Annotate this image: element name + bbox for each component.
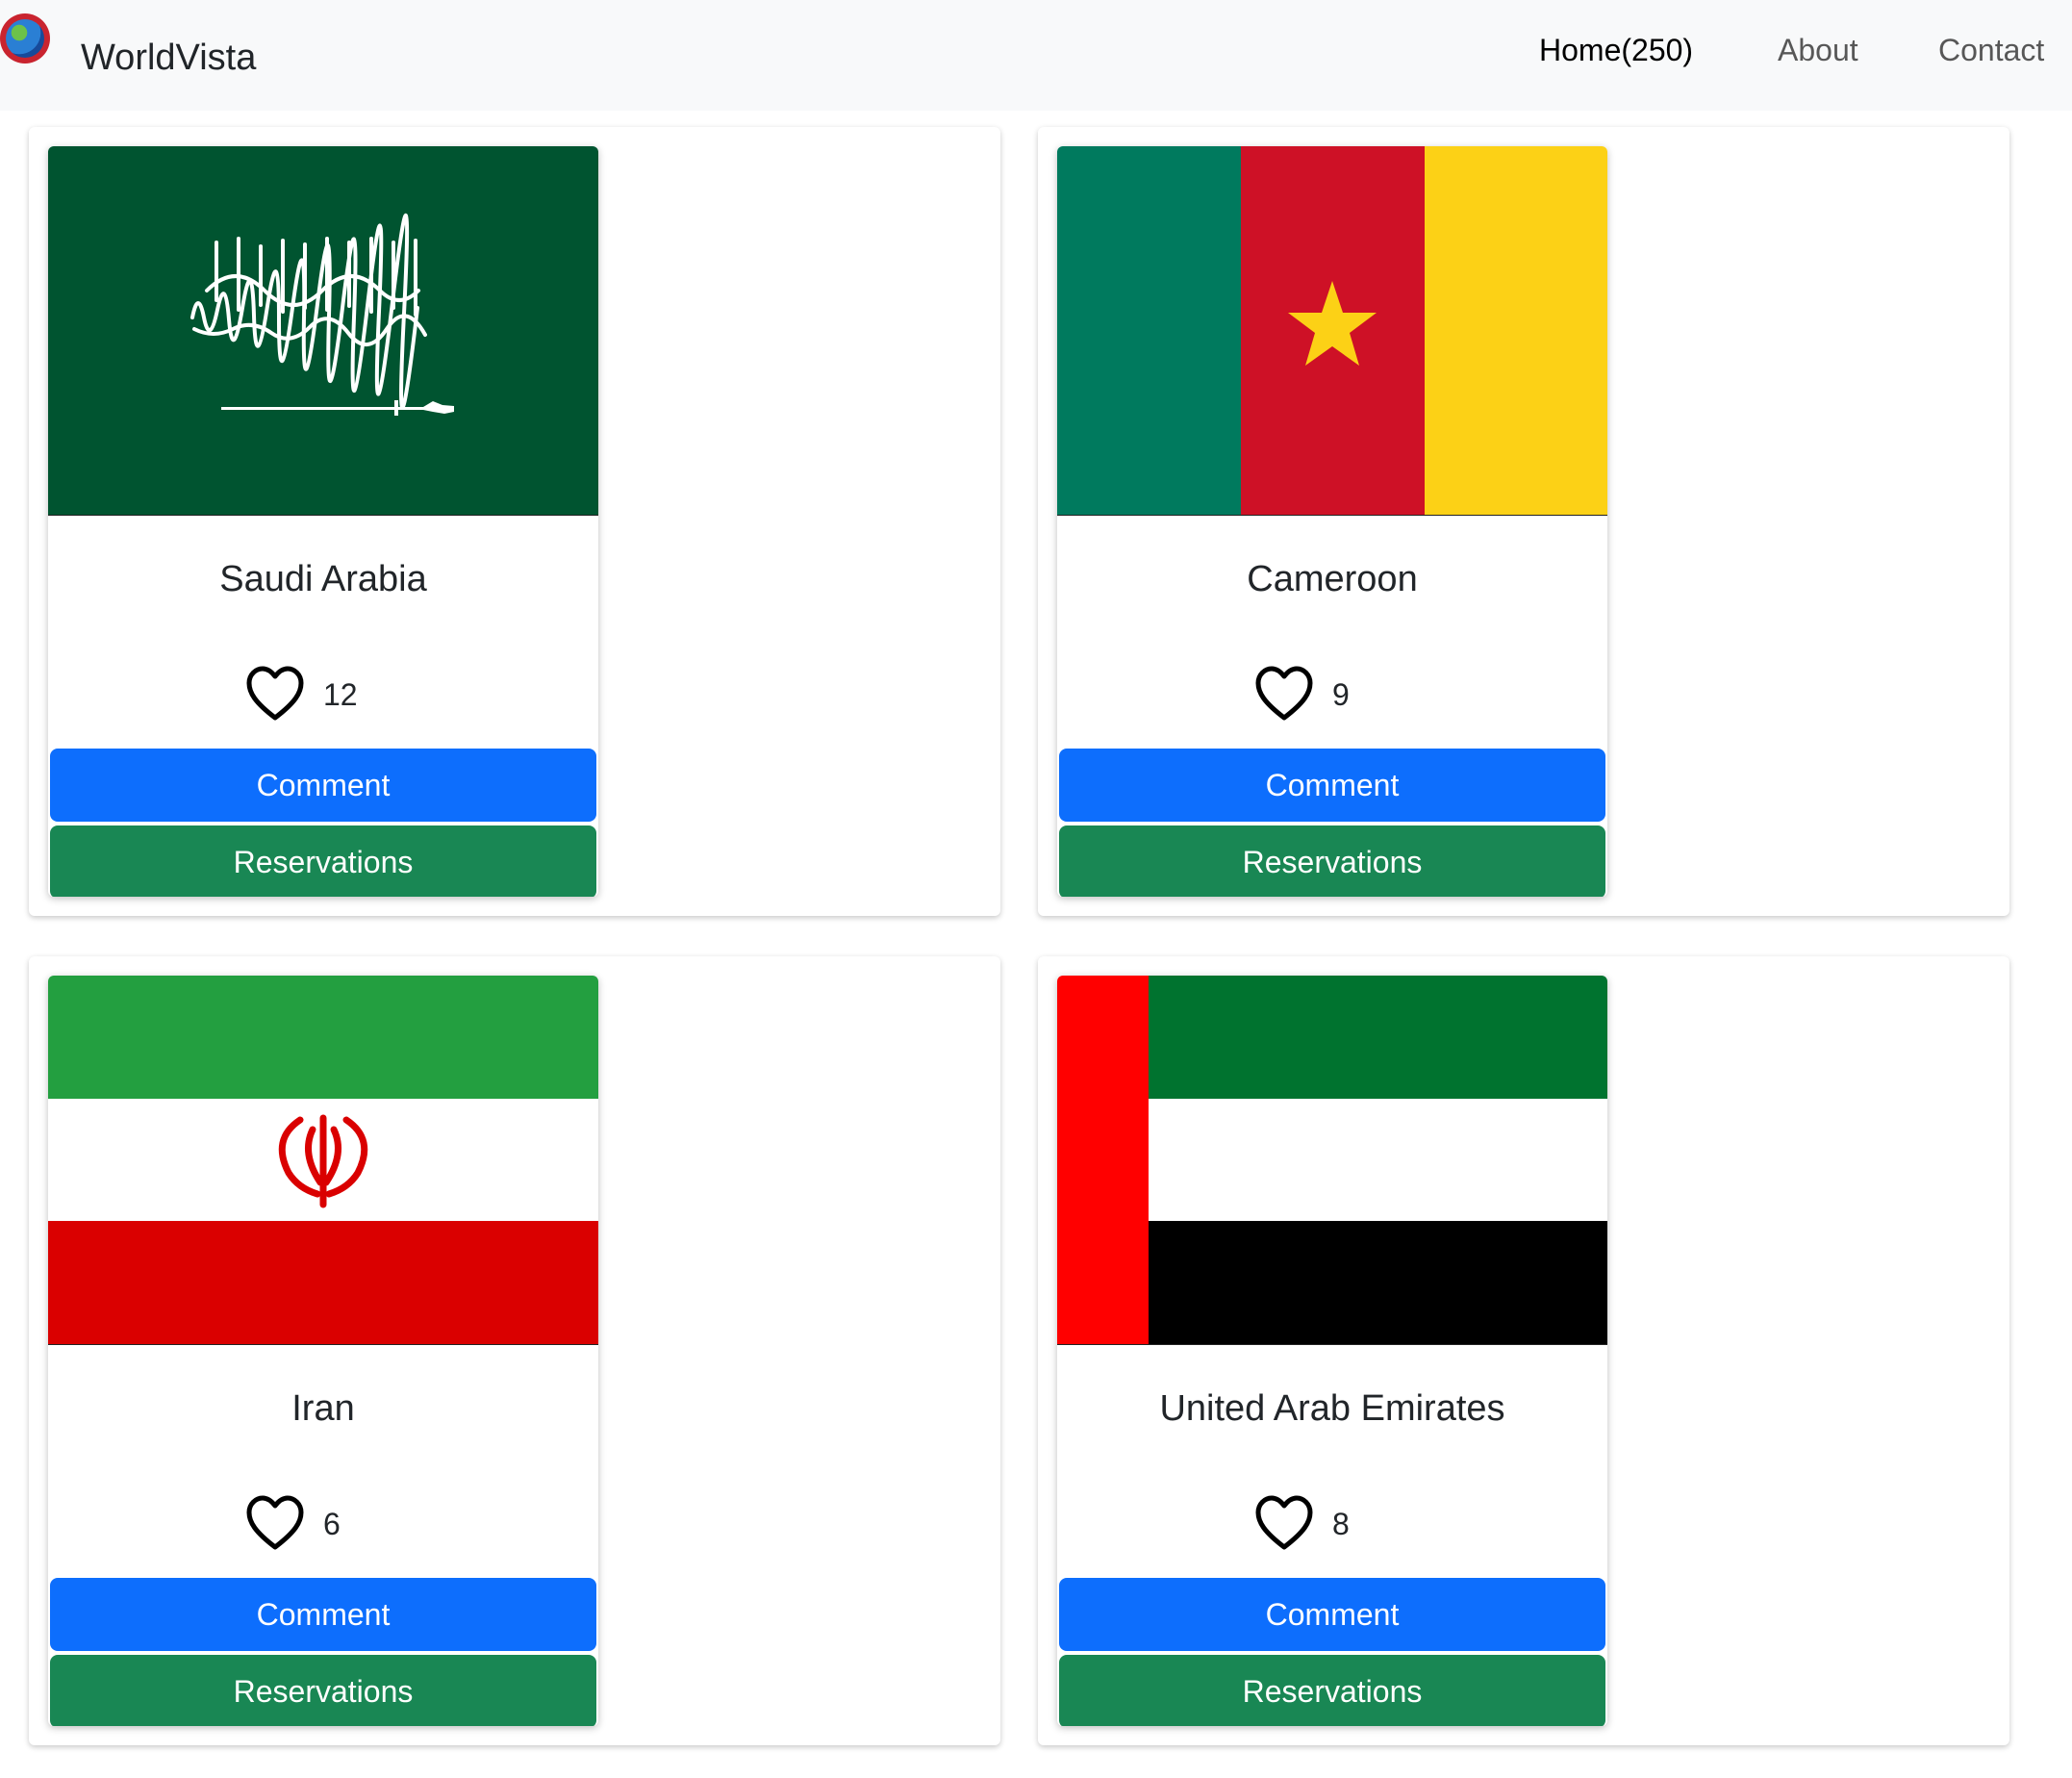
comment-button[interactable]: Comment — [1059, 1578, 1605, 1651]
country-name: Cameroon — [1247, 559, 1418, 599]
like-count: 8 — [1332, 1507, 1350, 1541]
nav-link-home[interactable]: Home(250) — [1539, 29, 1693, 71]
likes-row: 8 — [1057, 1495, 1607, 1553]
reservations-button[interactable]: Reservations — [50, 826, 596, 897]
flag-image-cameroon — [1057, 146, 1607, 516]
country-name: Saudi Arabia — [219, 559, 427, 599]
country-card-body: Saudi Arabia 12 Comment Reservations — [48, 146, 598, 897]
flag-image-saudi-arabia — [48, 146, 598, 516]
brand-name[interactable]: WorldVista — [81, 35, 256, 81]
country-card: Saudi Arabia 12 Comment Reservations — [29, 127, 1000, 916]
country-card: Iran 6 Comment Reservations — [29, 956, 1000, 1745]
country-card-body: Iran 6 Comment Reservations — [48, 976, 598, 1726]
reservations-button[interactable]: Reservations — [1059, 1655, 1605, 1726]
likes-row: 6 — [48, 1495, 598, 1553]
nav-link-contact[interactable]: Contact — [1938, 29, 2044, 71]
globe-logo-icon[interactable] — [0, 13, 50, 64]
flag-image-iran — [48, 976, 598, 1345]
flag-image-united-arab-emirates — [1057, 976, 1607, 1345]
reservations-button[interactable]: Reservations — [50, 1655, 596, 1726]
like-count: 9 — [1332, 677, 1350, 712]
country-card-body: United Arab Emirates 8 Comment Reservati… — [1057, 976, 1607, 1726]
heart-icon[interactable] — [1254, 666, 1314, 722]
comment-button[interactable]: Comment — [1059, 749, 1605, 822]
reservations-button[interactable]: Reservations — [1059, 826, 1605, 897]
heart-icon[interactable] — [245, 1495, 305, 1551]
comment-button[interactable]: Comment — [50, 749, 596, 822]
likes-row: 9 — [1057, 666, 1607, 724]
country-card: United Arab Emirates 8 Comment Reservati… — [1038, 956, 2009, 1745]
likes-row: 12 — [48, 666, 598, 724]
country-card-body: Cameroon 9 Comment Reservations — [1057, 146, 1607, 897]
navbar: WorldVista Home(250) About Contact — [0, 0, 2072, 111]
heart-icon[interactable] — [1254, 1495, 1314, 1551]
comment-button[interactable]: Comment — [50, 1578, 596, 1651]
country-name: United Arab Emirates — [1159, 1388, 1505, 1429]
like-count: 6 — [323, 1507, 341, 1541]
nav-link-about[interactable]: About — [1778, 29, 1858, 71]
country-card: Cameroon 9 Comment Reservations — [1038, 127, 2009, 916]
like-count: 12 — [323, 677, 358, 712]
heart-icon[interactable] — [245, 666, 305, 722]
country-name: Iran — [291, 1388, 355, 1429]
